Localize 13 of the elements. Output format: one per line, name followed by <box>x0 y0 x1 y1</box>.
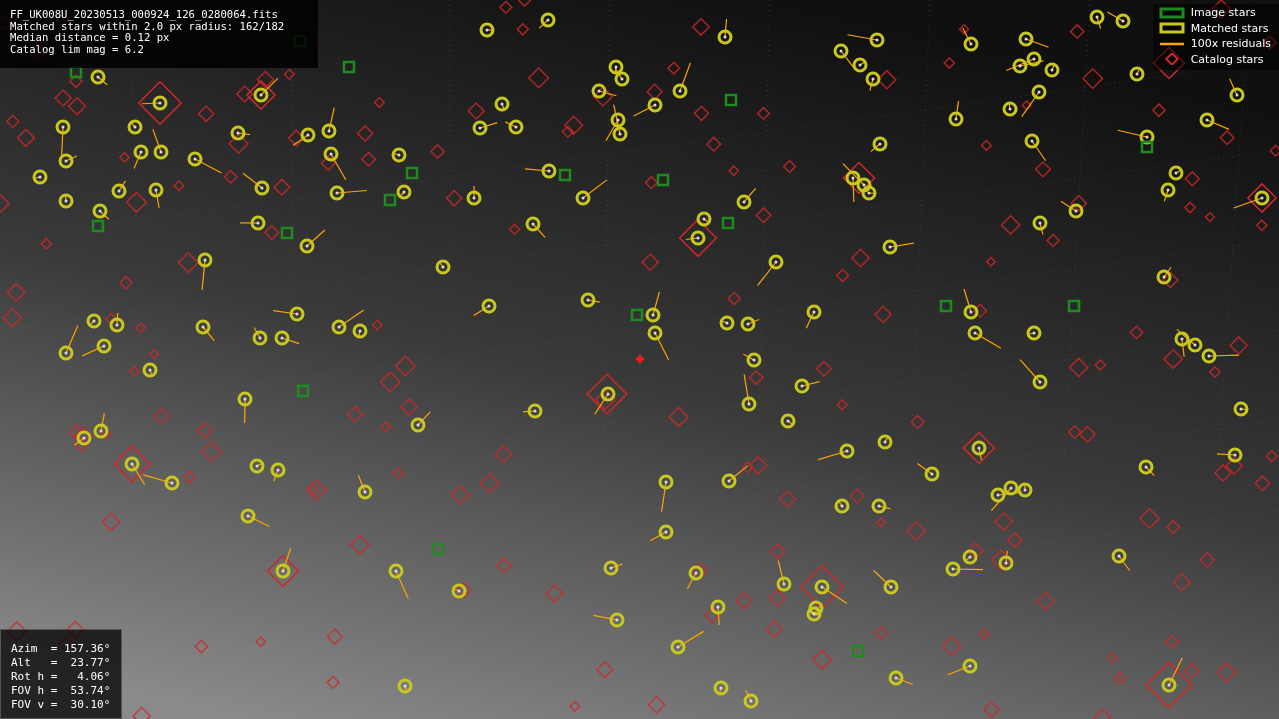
info-text: Median distance = 0.12 px <box>10 32 170 45</box>
legend-label: Catalog stars <box>1190 52 1264 66</box>
info-text: Matched stars within 2.0 px radius: 162/182 <box>10 20 286 33</box>
pointing-text: Rot h = 4.06° <box>11 670 111 684</box>
pointing-text: FOV h = 53.74° <box>11 684 111 698</box>
info-text: Catalog lim mag = 6.2 <box>10 44 145 56</box>
legend-label: Matched stars <box>1190 21 1269 35</box>
legend-label: 100x residuals <box>1190 37 1271 50</box>
legend-label: Image stars <box>1190 6 1256 19</box>
info-text: FF_UK008U_20230513_000924_126_0280064.fits <box>10 9 279 21</box>
pointing-text: FOV v = 30.10° <box>11 698 111 712</box>
pointing-text: Alt = 23.77° <box>11 656 111 670</box>
pointing-text: Azim = 157.36° <box>11 642 111 656</box>
